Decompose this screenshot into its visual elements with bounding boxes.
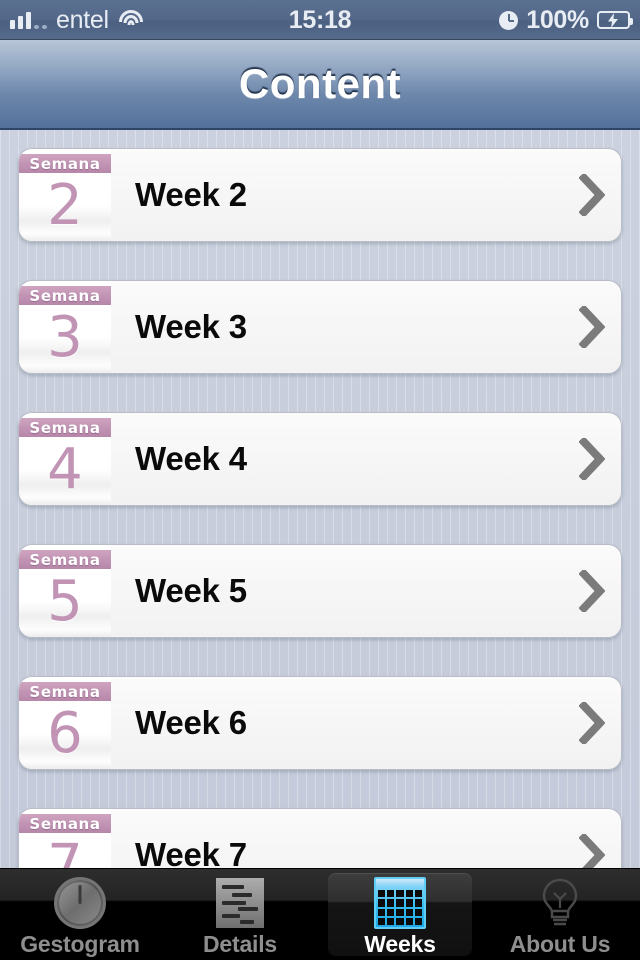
chevron-right-icon[interactable] [563, 438, 621, 480]
row-title: Week 4 [135, 440, 247, 477]
content-scroll-area[interactable]: Semana 2 Week 2 Semana 3 Week 3 Semana 4 Week 4S… [0, 130, 640, 868]
thumbnail-week-number: 6 [47, 701, 83, 766]
table-row[interactable]: Semana 2 Week 2 [18, 148, 622, 242]
chevron-right-icon[interactable] [563, 702, 621, 744]
tab-label: Gestogram [20, 931, 140, 957]
status-bar-left: entel [0, 6, 211, 35]
status-bar: entel 15:18 100% [0, 0, 640, 40]
clock-icon [499, 10, 519, 30]
table-row[interactable]: Semana 7 Week 7 [18, 808, 622, 868]
week-thumbnail: Semana 5 [19, 545, 111, 637]
dial-icon [54, 877, 106, 929]
thumbnail-week-number: 4 [47, 437, 83, 502]
table-row[interactable]: Semana 4 Week 4 [18, 412, 622, 506]
battery-percent-label: 100% [526, 5, 589, 34]
row-title: Week 5 [135, 572, 247, 609]
navigation-bar: Content [0, 40, 640, 130]
chevron-right-icon[interactable] [563, 306, 621, 348]
app-screen: entel 15:18 100% Content Semana 2 Week 2 Se… [0, 0, 640, 960]
chevron-right-icon[interactable] [563, 174, 621, 216]
status-bar-clock: 15:18 [288, 5, 352, 34]
calendar-icon [374, 877, 426, 929]
thumbnail-week-number: 3 [47, 305, 83, 370]
thumbnail-caption: Semana [29, 418, 101, 437]
page-title: Content [238, 60, 402, 107]
tab-label: About Us [509, 931, 611, 957]
wifi-icon [118, 10, 144, 30]
chevron-right-icon[interactable] [563, 834, 621, 868]
weeks-list: Semana 2 Week 2 Semana 3 Week 3 Semana 4 Week 4S… [0, 130, 640, 868]
document-icon [216, 878, 264, 928]
tab-gestogram[interactable]: Gestogram [0, 869, 160, 960]
week-thumbnail: Semana 4 [19, 413, 111, 505]
tab-details[interactable]: Details [160, 869, 320, 960]
tab-label: Weeks [364, 931, 436, 957]
status-bar-right: 100% [429, 6, 640, 35]
row-title: Week 3 [135, 308, 247, 345]
thumbnail-week-number: 5 [47, 569, 83, 634]
tab-icon [374, 877, 426, 929]
thumbnail-caption: Semana [29, 682, 101, 701]
row-title: Week 7 [135, 836, 247, 868]
tab-weeks[interactable]: Weeks [320, 869, 480, 960]
thumbnail-week-number: 7 [47, 833, 83, 869]
row-title: Week 6 [135, 704, 247, 741]
thumbnail-caption: Semana [29, 154, 101, 173]
carrier-label: entel [56, 5, 109, 34]
tab-icon [216, 877, 264, 929]
row-title: Week 2 [135, 176, 247, 213]
thumbnail-caption: Semana [29, 550, 101, 569]
thumbnail-caption: Semana [29, 286, 101, 305]
tab-icon [537, 877, 583, 929]
week-thumbnail: Semana 3 [19, 281, 111, 373]
thumbnail-week-number: 2 [47, 173, 83, 238]
lightbulb-icon [537, 877, 583, 929]
week-thumbnail: Semana 6 [19, 677, 111, 769]
chevron-right-icon[interactable] [563, 570, 621, 612]
week-thumbnail: Semana 2 [19, 149, 111, 241]
thumbnail-caption: Semana [29, 814, 101, 833]
tab-about-us[interactable]: About Us [480, 869, 640, 960]
table-row[interactable]: Semana 6 Week 6 [18, 676, 622, 770]
tab-label: Details [202, 931, 278, 957]
tab-bar: Gestogram Details Weeks About Us [0, 868, 640, 960]
battery-charging-icon [596, 11, 633, 29]
tab-icon [54, 877, 106, 929]
week-thumbnail: Semana 7 [19, 809, 111, 868]
table-row[interactable]: Semana 3 Week 3 [18, 280, 622, 374]
table-row[interactable]: Semana 5 Week 5 [18, 544, 622, 638]
signal-bars-icon [10, 11, 47, 29]
